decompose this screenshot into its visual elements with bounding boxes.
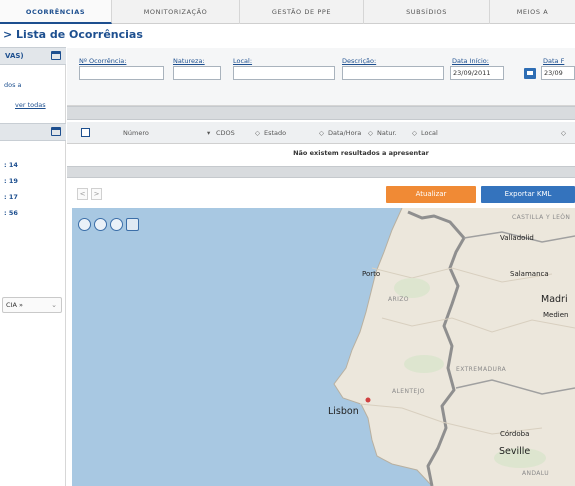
- col-data-hora[interactable]: Data/Hora: [328, 129, 361, 137]
- tab-meios[interactable]: MEIOS A: [490, 0, 575, 24]
- map-toolbar: [78, 218, 139, 231]
- center-icon[interactable]: [110, 218, 123, 231]
- map-city-label: Lisbon: [328, 406, 359, 417]
- page-title: > Lista de Ocorrências: [3, 28, 143, 41]
- data-fim-label: Data F: [543, 57, 565, 65]
- natureza-input[interactable]: [173, 66, 221, 80]
- col-numero[interactable]: Número: [123, 129, 149, 137]
- col-local[interactable]: Local: [421, 129, 438, 137]
- sort-icon: ◇: [319, 129, 324, 137]
- local-label: Local:: [233, 57, 253, 65]
- sidebar-dropdown-value: CIA »: [6, 301, 23, 309]
- sort-icon: ▾: [207, 129, 211, 137]
- pager-prev-button[interactable]: <: [77, 188, 88, 200]
- sort-icon: ◇: [412, 129, 417, 137]
- zoom-out-icon[interactable]: [78, 218, 91, 231]
- left-sidebar: VAS) dos a ver todas : 14 : 19 : 17 : 56…: [0, 47, 66, 486]
- map-region-label: EXTREMADURA: [456, 366, 507, 373]
- map-city-label: Madri: [541, 294, 568, 305]
- map-city-label: Seville: [499, 446, 531, 457]
- sidebar-panel2-header: [0, 123, 66, 141]
- results-table-header: Número ▾ CDOS ◇ Estado ◇ Data/Hora ◇ Nat…: [67, 122, 575, 144]
- stat-row: : 56: [4, 209, 18, 217]
- map-region-label: ANDALU: [522, 470, 550, 477]
- tab-subsidios[interactable]: SUBSÍDIOS: [364, 0, 490, 24]
- data-fim-input[interactable]: 23/09: [541, 66, 575, 80]
- sort-icon: ◇: [255, 129, 260, 137]
- calendar-icon[interactable]: [524, 68, 536, 79]
- pager-next-button[interactable]: >: [91, 188, 102, 200]
- sort-icon: ◇: [561, 129, 566, 137]
- col-estado[interactable]: Estado: [264, 129, 286, 137]
- window-icon[interactable]: [51, 51, 61, 60]
- stat-row: : 14: [4, 161, 18, 169]
- tab-ocorrencias[interactable]: OCORRÊNCIAS: [0, 0, 112, 24]
- local-input[interactable]: [233, 66, 335, 80]
- export-kml-button[interactable]: Exportar KML: [481, 186, 575, 203]
- empty-message: Não existem resultados a apresentar: [293, 149, 429, 157]
- map-city-label: Salamanca: [510, 270, 549, 278]
- select-all-checkbox[interactable]: [81, 128, 90, 137]
- data-inicio-input[interactable]: 23/09/2011: [450, 66, 504, 80]
- window-icon[interactable]: [51, 127, 61, 136]
- sidebar-panel-header: VAS): [0, 47, 66, 65]
- map-city-label: Córdoba: [500, 430, 530, 438]
- numero-label: Nº Ocorrência:: [79, 57, 127, 65]
- sidebar-text: dos a: [4, 81, 22, 89]
- natureza-label: Natureza:: [173, 57, 205, 65]
- sort-icon: ◇: [368, 129, 373, 137]
- tab-gestao-ppe[interactable]: GESTÃO DE PPE: [240, 0, 364, 24]
- data-inicio-label: Data Início:: [452, 57, 489, 65]
- update-button[interactable]: Atualizar: [386, 186, 476, 203]
- table-footer-strip: [67, 166, 575, 178]
- map-region-label: ALENTEJO: [392, 388, 425, 395]
- see-all-link[interactable]: ver todas: [15, 101, 46, 109]
- col-cdos[interactable]: CDOS: [216, 129, 235, 137]
- map-view[interactable]: CASTILLA Y LEÓN Valladolid Porto Salaman…: [72, 208, 575, 486]
- chevron-down-icon: ⌄: [51, 301, 57, 309]
- map-land: [333, 208, 575, 486]
- numero-input[interactable]: [79, 66, 164, 80]
- map-city-label: Porto: [362, 270, 381, 278]
- map-region-label: ARIZO: [388, 296, 409, 303]
- col-natureza[interactable]: Natur.: [377, 129, 397, 137]
- layers-icon[interactable]: [126, 218, 139, 231]
- map-city-label: Medien: [543, 311, 569, 319]
- descricao-input[interactable]: [342, 66, 444, 80]
- stat-row: : 17: [4, 193, 18, 201]
- sidebar-panel-title: VAS): [5, 52, 24, 60]
- zoom-in-icon[interactable]: [94, 218, 107, 231]
- map-region-label: CASTILLA Y LEÓN: [512, 214, 571, 221]
- filter-panel: Nº Ocorrência: Natureza: Local: Descriçã…: [67, 48, 575, 106]
- toolbar-strip: [67, 106, 575, 120]
- map-city-label: Valladolid: [500, 234, 534, 242]
- sidebar-dropdown[interactable]: CIA » ⌄: [2, 297, 62, 313]
- stat-row: : 19: [4, 177, 18, 185]
- top-nav: OCORRÊNCIAS MONITORIZAÇÃO GESTÃO DE PPE …: [0, 0, 575, 24]
- tab-monitorizacao[interactable]: MONITORIZAÇÃO: [112, 0, 240, 24]
- descricao-label: Descrição:: [342, 57, 377, 65]
